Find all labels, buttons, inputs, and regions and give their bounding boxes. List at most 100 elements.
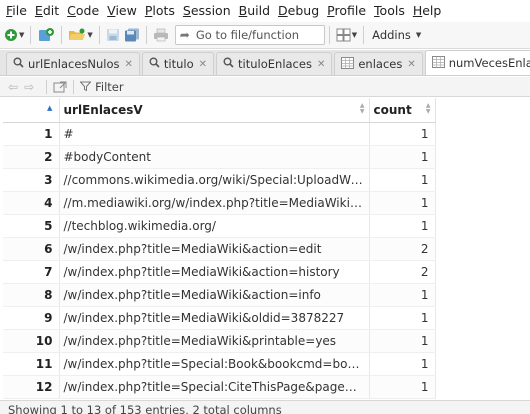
tab-label: titulo xyxy=(163,57,194,71)
toolbar-divider xyxy=(73,79,75,94)
close-icon[interactable]: ✕ xyxy=(317,59,325,70)
back-arrow-icon[interactable]: ⇦ xyxy=(8,80,18,94)
menu-item-file[interactable]: File xyxy=(2,0,31,22)
row-number-cell: 10 xyxy=(3,329,60,353)
new-file-icon xyxy=(5,29,17,41)
table-row[interactable]: 12/w/index.php?title=Special:CiteThisPag… xyxy=(3,375,436,399)
menu-item-code[interactable]: Code xyxy=(63,0,103,22)
row-number-cell: 8 xyxy=(3,283,60,307)
menu-item-tools[interactable]: Tools xyxy=(370,0,409,22)
save-all-button[interactable] xyxy=(122,24,142,46)
menu-item-debug[interactable]: Debug xyxy=(274,0,323,22)
new-project-button[interactable] xyxy=(35,24,57,46)
search-icon xyxy=(13,57,24,71)
menu-item-help[interactable]: Help xyxy=(409,0,446,22)
menu-label-rest: lots xyxy=(152,3,175,18)
toolbar-divider xyxy=(98,26,100,44)
menu-item-profile[interactable]: Profile xyxy=(323,0,370,22)
search-icon xyxy=(223,57,234,71)
layout-button[interactable]: ▼ xyxy=(334,24,359,46)
menu-mnemonic: C xyxy=(67,3,76,18)
go-to-arrow-icon: ➦ xyxy=(179,28,190,42)
chevron-down-icon: ▼ xyxy=(87,31,93,39)
search-icon xyxy=(149,57,160,71)
menu-mnemonic: E xyxy=(34,3,43,18)
open-file-button[interactable]: ▼ xyxy=(66,24,94,46)
menu-label-rest: ession xyxy=(190,3,231,18)
forward-arrow-icon[interactable]: ⇨ xyxy=(24,80,34,94)
table-row[interactable]: 10/w/index.php?title=MediaWiki&printable… xyxy=(3,329,436,353)
toolbar-divider xyxy=(145,26,147,44)
entries-status: Showing 1 to 13 of 153 entries, 2 total … xyxy=(8,403,282,414)
url-cell: //techblog.wikimedia.org/ xyxy=(59,214,370,238)
close-icon[interactable]: ✕ xyxy=(199,59,207,70)
url-cell: /w/index.php?title=Special:Book&bookcmd=… xyxy=(59,352,370,376)
table-header-row: ▲ urlEnlacesV ▲ ▼ count ▲ ▼ xyxy=(3,98,436,123)
tab-tituloenlaces[interactable]: tituloEnlaces ✕ xyxy=(216,52,333,75)
count-cell: 1 xyxy=(369,283,436,307)
tab-label: urlEnlacesNulos xyxy=(28,57,120,71)
row-number-cell: 5 xyxy=(3,214,60,238)
row-number-cell: 12 xyxy=(3,375,60,399)
popout-window-icon[interactable] xyxy=(53,81,67,93)
table-row[interactable]: 7/w/index.php?title=MediaWiki&action=his… xyxy=(3,260,436,284)
row-number-cell: 2 xyxy=(3,145,60,169)
menu-item-build[interactable]: Build xyxy=(235,0,274,22)
table-row[interactable]: 2 #bodyContent 1 xyxy=(3,145,436,169)
url-cell: //m.mediawiki.org/w/index.php?title=Medi… xyxy=(59,191,370,215)
close-icon[interactable]: ✕ xyxy=(407,59,415,70)
menu-label-rest: uild xyxy=(247,3,271,18)
count-cell: 1 xyxy=(369,122,436,146)
data-viewer-toolbar: ⇦ ⇨ Filter xyxy=(0,77,530,97)
tab-label: tituloEnlaces xyxy=(238,57,312,71)
addins-menu[interactable]: Addins ▼ xyxy=(368,24,423,46)
menu-label-rest: iew xyxy=(115,3,137,18)
column-header-url[interactable]: urlEnlacesV ▲ ▼ xyxy=(59,98,370,123)
tab-titulo[interactable]: titulo ✕ xyxy=(141,52,215,75)
folder-open-icon xyxy=(69,28,86,40)
tab-numvecesenlace[interactable]: numVecesEnlace xyxy=(424,50,530,75)
column-header-label: count xyxy=(373,102,412,117)
menu-label-rest: dit xyxy=(42,3,60,18)
close-icon[interactable]: ✕ xyxy=(125,59,133,70)
count-cell: 1 xyxy=(369,145,436,169)
table-row[interactable]: 1 #1 xyxy=(3,122,436,146)
filter-icon xyxy=(80,81,92,92)
save-button[interactable] xyxy=(104,24,122,46)
filter-label: Filter xyxy=(95,79,124,94)
menu-bar: File Edit Code View Plots Session Build Debug Pr… xyxy=(0,0,530,22)
count-cell: 2 xyxy=(369,260,436,284)
chevron-down-icon: ▼ xyxy=(19,31,25,39)
table-row[interactable]: 5//techblog.wikimedia.org/1 xyxy=(3,214,436,238)
menu-label-rest: elp xyxy=(422,3,442,18)
table-row[interactable]: 3//commons.wikimedia.org/wiki/Special:Up… xyxy=(3,168,436,192)
row-number-cell: 3 xyxy=(3,168,60,192)
url-cell: /w/index.php?title=Special:CiteThisPage&… xyxy=(59,375,370,399)
filter-button[interactable]: Filter xyxy=(80,79,124,94)
table-row[interactable]: 6/w/index.php?title=MediaWiki&action=edi… xyxy=(3,237,436,261)
chevron-down-icon: ▼ xyxy=(351,31,358,39)
table-row[interactable]: 9/w/index.php?title=MediaWiki&oldid=3878… xyxy=(3,306,436,330)
table-row[interactable]: 11/w/index.php?title=Special:Book&bookcm… xyxy=(3,352,436,376)
url-cell: /w/index.php?title=MediaWiki&printable=y… xyxy=(59,329,370,353)
table-row[interactable]: 4//m.mediawiki.org/w/index.php?title=Med… xyxy=(3,191,436,215)
print-button[interactable] xyxy=(151,24,171,46)
menu-item-session[interactable]: Session xyxy=(179,0,235,22)
grid-layout-icon xyxy=(336,28,351,42)
row-number-cell: 9 xyxy=(3,306,60,330)
row-number-header[interactable]: ▲ xyxy=(3,98,60,123)
tab-urlenlacesnulos[interactable]: urlEnlacesNulos ✕ xyxy=(6,52,140,75)
menu-item-plots[interactable]: Plots xyxy=(141,0,179,22)
sort-indicator-icon: ▲ ▼ xyxy=(359,102,365,115)
column-header-count[interactable]: count ▲ ▼ xyxy=(369,98,436,123)
go-to-file-input[interactable]: ➦ Go to file/function xyxy=(174,25,325,45)
menu-mnemonic: H xyxy=(412,3,423,18)
menu-item-edit[interactable]: Edit xyxy=(31,0,63,22)
menu-item-view[interactable]: View xyxy=(103,0,141,22)
table-row[interactable]: 8/w/index.php?title=MediaWiki&action=inf… xyxy=(3,283,436,307)
new-file-button[interactable]: ▼ xyxy=(2,24,26,46)
new-project-icon xyxy=(39,28,55,41)
tab-enlaces[interactable]: enlaces ✕ xyxy=(334,52,423,75)
sort-ascending-icon: ▲ xyxy=(47,104,53,112)
count-cell: 1 xyxy=(369,214,436,238)
